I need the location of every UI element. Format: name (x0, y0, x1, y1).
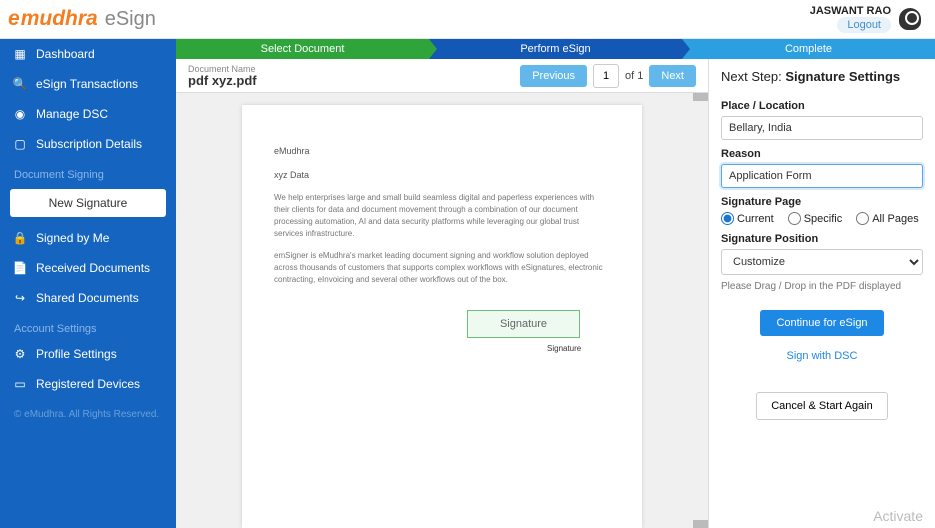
new-signature-button[interactable]: New Signature (10, 189, 166, 217)
sidebar-item-label: Manage DSC (36, 107, 108, 121)
sidebar-item-devices[interactable]: ▭ Registered Devices (0, 369, 176, 399)
sidebar-item-shared[interactable]: ↪ Shared Documents (0, 283, 176, 313)
continue-esign-button[interactable]: Continue for eSign (760, 310, 883, 336)
sidebar-item-label: Subscription Details (36, 137, 142, 151)
next-button[interactable]: Next (649, 65, 696, 87)
signature-page-radios: Current Specific All Pages (721, 212, 923, 225)
sidebar-section-signing: Document Signing (0, 159, 176, 185)
signature-caption: Signature (547, 343, 581, 355)
gear-icon: ⚙ (14, 347, 26, 361)
user-block: JASWANT RAO Logout (810, 5, 921, 33)
logout-link[interactable]: Logout (837, 17, 891, 33)
sidebar-item-dashboard[interactable]: ▦ Dashboard (0, 39, 176, 69)
sidebar-section-account: Account Settings (0, 313, 176, 339)
page-number-input[interactable] (593, 64, 619, 88)
document-name: pdf xyz.pdf (188, 73, 520, 88)
place-input[interactable] (721, 116, 923, 140)
radio-current-input[interactable] (721, 212, 734, 225)
sidebar-item-received[interactable]: 📄 Received Documents (0, 253, 176, 283)
step-bar: Select Document Perform eSign Complete (176, 39, 935, 59)
sidebar-item-subscription[interactable]: ▢ Subscription Details (0, 129, 176, 159)
radio-all-input[interactable] (856, 212, 869, 225)
sidebar-item-manage-dsc[interactable]: ◉ Manage DSC (0, 99, 176, 129)
pdf-paragraph: emSigner is eMudhra's market leading doc… (274, 250, 610, 286)
logo-suffix: eSign (105, 8, 156, 31)
sidebar-item-label: Profile Settings (36, 347, 117, 361)
signature-drop-box[interactable]: Signature (467, 310, 580, 338)
page-of-text: of 1 (625, 70, 643, 82)
radio-specific-input[interactable] (788, 212, 801, 225)
sidebar-item-profile[interactable]: ⚙ Profile Settings (0, 339, 176, 369)
top-header: e mudhra eSign JASWANT RAO Logout (0, 0, 935, 39)
windows-watermark: Activate (873, 508, 923, 524)
document-icon: 📄 (14, 261, 26, 275)
brand-logo: e mudhra eSign (8, 7, 156, 31)
sidebar: ▦ Dashboard 🔍 eSign Transactions ◉ Manag… (0, 39, 176, 528)
sign-with-dsc-link[interactable]: Sign with DSC (721, 350, 923, 362)
card-icon: ▢ (14, 137, 26, 151)
previous-button[interactable]: Previous (520, 65, 587, 87)
place-label: Place / Location (721, 100, 923, 112)
lock-icon: 🔒 (14, 231, 26, 245)
sidebar-item-signed-by-me[interactable]: 🔒 Signed by Me (0, 223, 176, 253)
radio-current[interactable]: Current (721, 212, 774, 225)
reason-input[interactable] (721, 164, 923, 188)
copyright: © eMudhra. All Rights Reserved. (0, 399, 176, 430)
signature-settings-panel: Next Step: Signature Settings Place / Lo… (708, 59, 935, 528)
main-area: Select Document Perform eSign Complete D… (176, 39, 935, 528)
sidebar-item-transactions[interactable]: 🔍 eSign Transactions (0, 69, 176, 99)
logo-prefix: e (8, 7, 20, 31)
next-step-prefix: Next Step: (721, 69, 785, 84)
signature-page-label: Signature Page (721, 196, 923, 208)
pdf-paragraph: We help enterprises large and small buil… (274, 192, 610, 240)
sidebar-item-label: Dashboard (36, 47, 95, 61)
grid-icon: ▦ (14, 47, 26, 61)
pdf-viewport[interactable]: eMudhra xyz Data We help enterprises lar… (176, 93, 708, 528)
radio-all[interactable]: All Pages (856, 212, 918, 225)
user-name: JASWANT RAO (810, 5, 891, 17)
signature-position-select[interactable]: Customize (721, 249, 923, 275)
cancel-start-again-button[interactable]: Cancel & Start Again (756, 392, 888, 420)
scroll-up-icon[interactable] (693, 93, 708, 101)
logo-main: mudhra (21, 7, 98, 31)
pdf-heading-brand: eMudhra (274, 145, 610, 159)
scroll-down-icon[interactable] (693, 520, 708, 528)
sidebar-item-label: Received Documents (36, 261, 150, 275)
document-panel: Document Name pdf xyz.pdf Previous of 1 … (176, 59, 708, 528)
signature-position-label: Signature Position (721, 233, 923, 245)
sidebar-item-label: Signed by Me (36, 231, 109, 245)
sidebar-item-label: eSign Transactions (36, 77, 138, 91)
step-complete: Complete (682, 39, 935, 59)
step-select-document: Select Document (176, 39, 429, 59)
next-step-bold: Signature Settings (785, 69, 900, 84)
device-icon: ▭ (14, 377, 26, 391)
sidebar-item-label: Registered Devices (36, 377, 140, 391)
pdf-page[interactable]: eMudhra xyz Data We help enterprises lar… (242, 105, 642, 528)
drag-drop-hint: Please Drag / Drop in the PDF displayed (721, 281, 923, 292)
sidebar-item-label: Shared Documents (36, 291, 139, 305)
step-perform-esign: Perform eSign (429, 39, 682, 59)
radio-specific[interactable]: Specific (788, 212, 843, 225)
document-header: Document Name pdf xyz.pdf Previous of 1 … (176, 59, 708, 93)
pager: Previous of 1 Next (520, 64, 696, 88)
dot-icon: ◉ (14, 107, 26, 121)
search-icon: 🔍 (14, 77, 26, 91)
share-icon: ↪ (14, 291, 26, 305)
avatar-icon[interactable] (899, 8, 921, 30)
reason-label: Reason (721, 148, 923, 160)
pdf-heading-sub: xyz Data (274, 169, 610, 183)
next-step-title: Next Step: Signature Settings (721, 69, 923, 84)
